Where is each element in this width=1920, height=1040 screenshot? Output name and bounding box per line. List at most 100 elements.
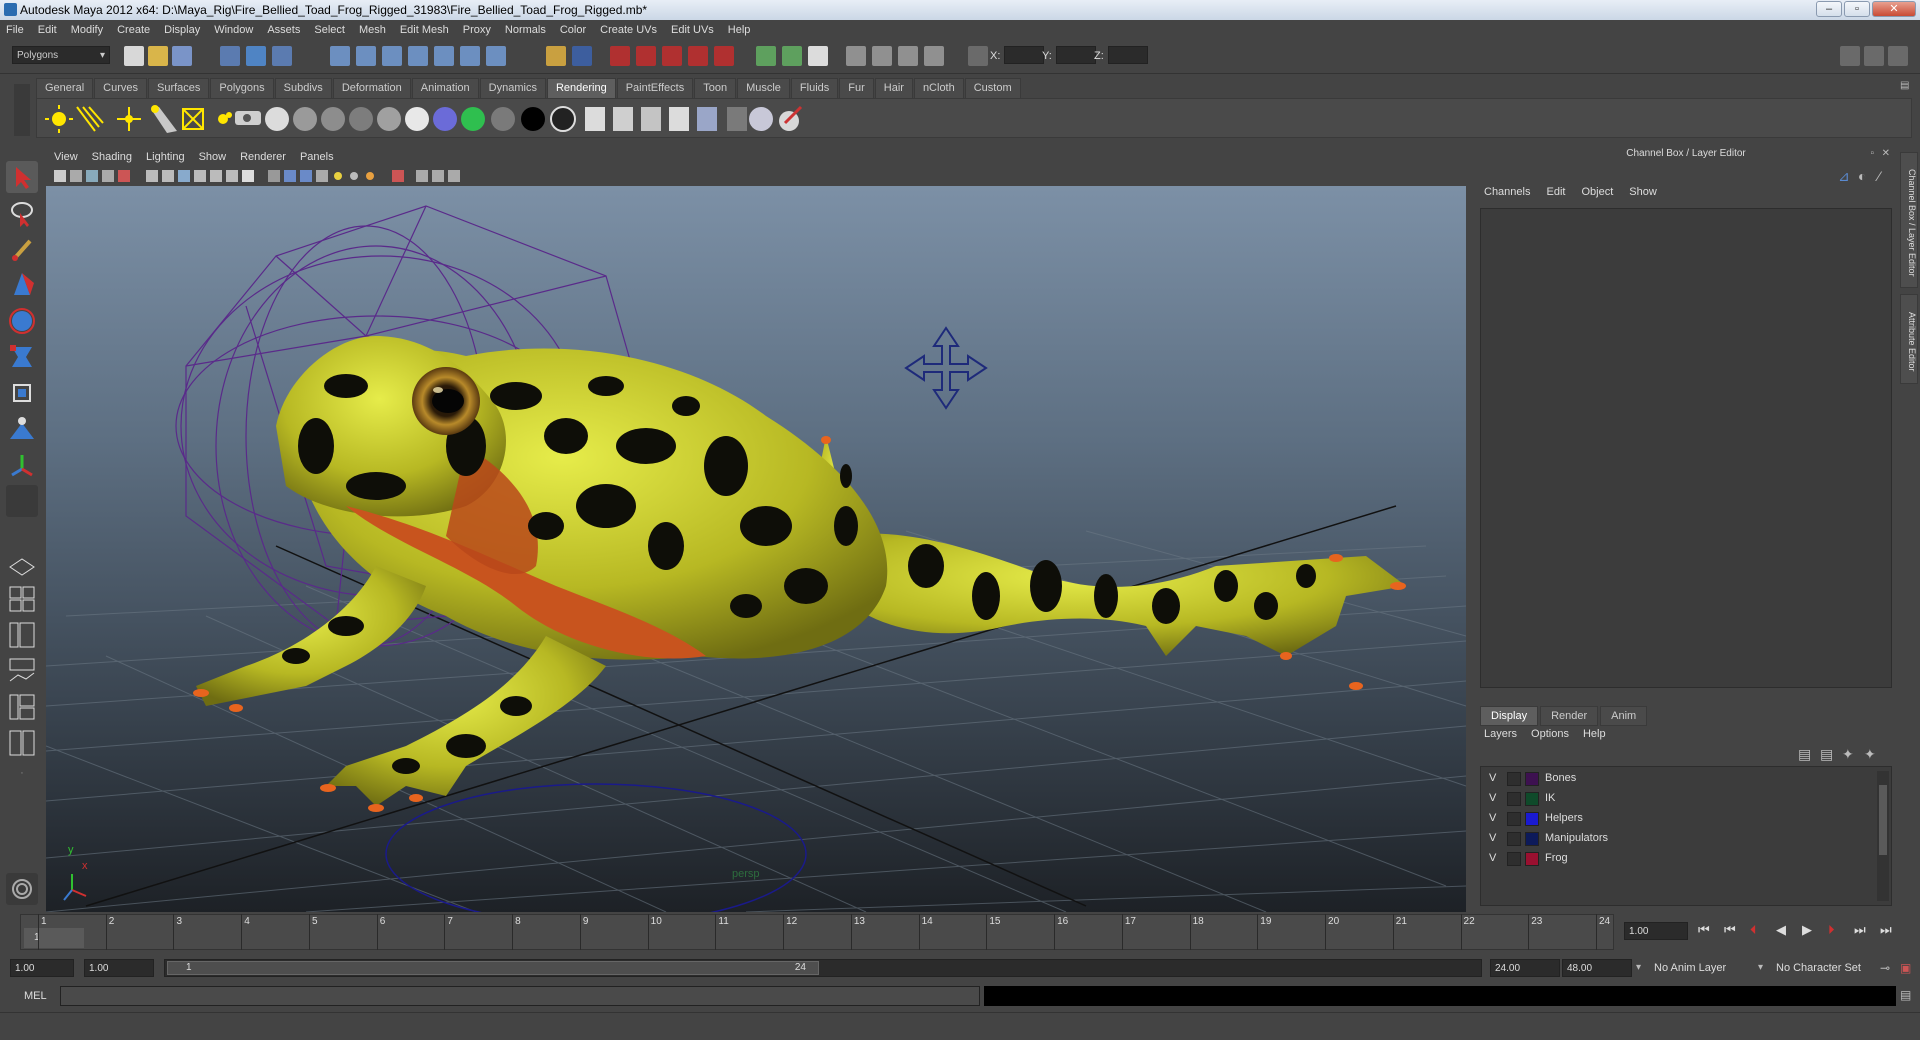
edit-menu[interactable]: Edit [1546, 186, 1565, 198]
move-manipulator[interactable] [904, 326, 988, 410]
layer-color-swatch[interactable] [1525, 792, 1539, 806]
shelf-tab-rendering[interactable]: Rendering [546, 78, 616, 98]
render-view-icon[interactable] [714, 46, 734, 66]
layer-list-scrollbar[interactable] [1877, 771, 1889, 901]
menu-help[interactable]: Help [728, 24, 751, 36]
four-view-layout-icon[interactable] [6, 583, 38, 615]
viewport-menu-show[interactable]: Show [199, 151, 227, 163]
current-time-indicator[interactable] [24, 928, 84, 948]
camera-icon[interactable] [235, 111, 261, 125]
resolution-gate-icon[interactable] [178, 170, 190, 182]
select-component-icon[interactable] [272, 46, 292, 66]
move-tool-icon[interactable] [6, 269, 38, 301]
select-camera-icon[interactable] [54, 170, 66, 182]
viewport-menu-lighting[interactable]: Lighting [146, 151, 185, 163]
menu-edit-uvs[interactable]: Edit UVs [671, 24, 714, 36]
scrollbar-thumb[interactable] [1879, 785, 1887, 855]
save-scene-icon[interactable] [172, 46, 192, 66]
layout-toggle-3-icon[interactable] [1888, 46, 1908, 66]
show-menu[interactable]: Show [1629, 186, 1657, 198]
blinn-material-icon[interactable] [265, 107, 289, 131]
play-backwards-icon[interactable]: ◀ [1776, 922, 1786, 938]
shelf-tab-muscle[interactable]: Muscle [737, 78, 790, 98]
anim-layer-dropdown[interactable]: No Anim Layer [1654, 962, 1726, 974]
single-perspective-layout-icon[interactable] [6, 547, 38, 579]
help-menu[interactable]: Help [1583, 728, 1606, 740]
layer-name[interactable]: Manipulators [1545, 832, 1608, 844]
textured-icon[interactable] [316, 170, 328, 182]
hypershade-icon[interactable] [688, 46, 708, 66]
snap-view-plane-icon[interactable] [408, 46, 428, 66]
make-live-icon[interactable] [434, 46, 454, 66]
high-quality-icon[interactable] [366, 172, 374, 180]
layer-color-swatch[interactable] [1525, 772, 1539, 786]
layer-visibility-toggle[interactable]: V [1489, 772, 1503, 786]
select-object-icon[interactable] [246, 46, 266, 66]
ipr-render-icon[interactable] [636, 46, 656, 66]
spot-light-icon[interactable] [151, 105, 177, 133]
selection-mask-icon[interactable] [572, 46, 592, 66]
channel-layer-icon[interactable]: ⁄ [1878, 168, 1880, 184]
rotate-icon[interactable] [898, 46, 918, 66]
universal-manipulator-icon[interactable] [6, 377, 38, 409]
menu-display[interactable]: Display [164, 24, 200, 36]
maximize-icon[interactable]: ▫ [1844, 1, 1870, 17]
render-settings-icon[interactable] [662, 46, 682, 66]
menu-assets[interactable]: Assets [267, 24, 300, 36]
tab-anim[interactable]: Anim [1600, 706, 1648, 726]
bookmarks-icon[interactable] [86, 170, 98, 182]
last-tool-icon[interactable] [6, 485, 38, 517]
transform-icon[interactable] [846, 46, 866, 66]
frog-model[interactable] [193, 336, 1406, 812]
play-forwards-icon[interactable]: ▶ [1802, 922, 1812, 938]
render-view-shelf-icon[interactable] [727, 107, 747, 131]
tab-display[interactable]: Display [1480, 706, 1539, 726]
lasso-tool-icon[interactable] [6, 197, 38, 229]
shelf-tab-custom[interactable]: Custom [964, 78, 1021, 98]
select-tool-icon[interactable] [6, 161, 38, 193]
paint-brush-icon[interactable] [779, 105, 803, 131]
volume-light-icon[interactable] [218, 112, 232, 124]
select-hierarchy-icon[interactable] [220, 46, 240, 66]
gate-mask-icon[interactable] [194, 170, 206, 182]
anim-layer-chevron-down-icon[interactable]: ▾ [1636, 962, 1641, 973]
toggle-shader-icon[interactable] [550, 106, 576, 132]
shelf-tab-subdivs[interactable]: Subdivs [274, 78, 332, 98]
go-to-end-icon[interactable]: ⏭ [1880, 922, 1892, 938]
snap-grid-icon[interactable] [330, 46, 350, 66]
paint-select-tool-icon[interactable] [6, 233, 38, 265]
root-control-circle[interactable] [385, 783, 807, 912]
menu-normals[interactable]: Normals [505, 24, 546, 36]
shelf-tab-general[interactable]: General [36, 78, 94, 98]
batch-render-icon[interactable] [641, 107, 661, 131]
command-input[interactable] [60, 986, 980, 1006]
persp-graph-layout-icon[interactable] [6, 655, 38, 687]
layer-visibility-toggle[interactable]: V [1489, 812, 1503, 826]
rotate-tool-icon[interactable] [6, 305, 38, 337]
layers-menu[interactable]: Layers [1484, 728, 1517, 740]
layer-color-swatch[interactable] [1525, 832, 1539, 846]
menu-window[interactable]: Window [214, 24, 253, 36]
new-scene-icon[interactable] [124, 46, 144, 66]
tab-render[interactable]: Render [1540, 706, 1599, 726]
shelf-tab-toon[interactable]: Toon [694, 78, 737, 98]
layered-shader-icon[interactable] [405, 107, 429, 131]
menu-edit[interactable]: Edit [38, 24, 57, 36]
go-to-start-icon[interactable]: ⏮ [1698, 922, 1710, 938]
layer-editor-icon[interactable]: ◐ [1858, 168, 1866, 184]
hypershade-shelf-icon[interactable] [697, 107, 717, 131]
shelf-tab-hair[interactable]: Hair [874, 78, 913, 98]
layer-row[interactable]: V Helpers [1481, 809, 1871, 829]
mel-label[interactable]: MEL [24, 990, 47, 1002]
step-back-frame-icon[interactable]: ⏴ [1750, 922, 1757, 938]
create-empty-layer-icon[interactable]: ✦ [1842, 746, 1854, 763]
show-tool-settings-icon[interactable] [782, 46, 802, 66]
time-slider-track[interactable] [20, 914, 1614, 950]
layer-visibility-toggle[interactable]: V [1489, 792, 1503, 806]
viewport-menu-renderer[interactable]: Renderer [240, 151, 286, 163]
script-editor-icon[interactable]: ▤ [1900, 988, 1911, 1002]
minimize-icon[interactable]: – [1816, 1, 1842, 17]
menu-create[interactable]: Create [117, 24, 150, 36]
scale-tool-icon[interactable] [6, 341, 38, 373]
layer-playback-toggle[interactable] [1507, 852, 1521, 866]
